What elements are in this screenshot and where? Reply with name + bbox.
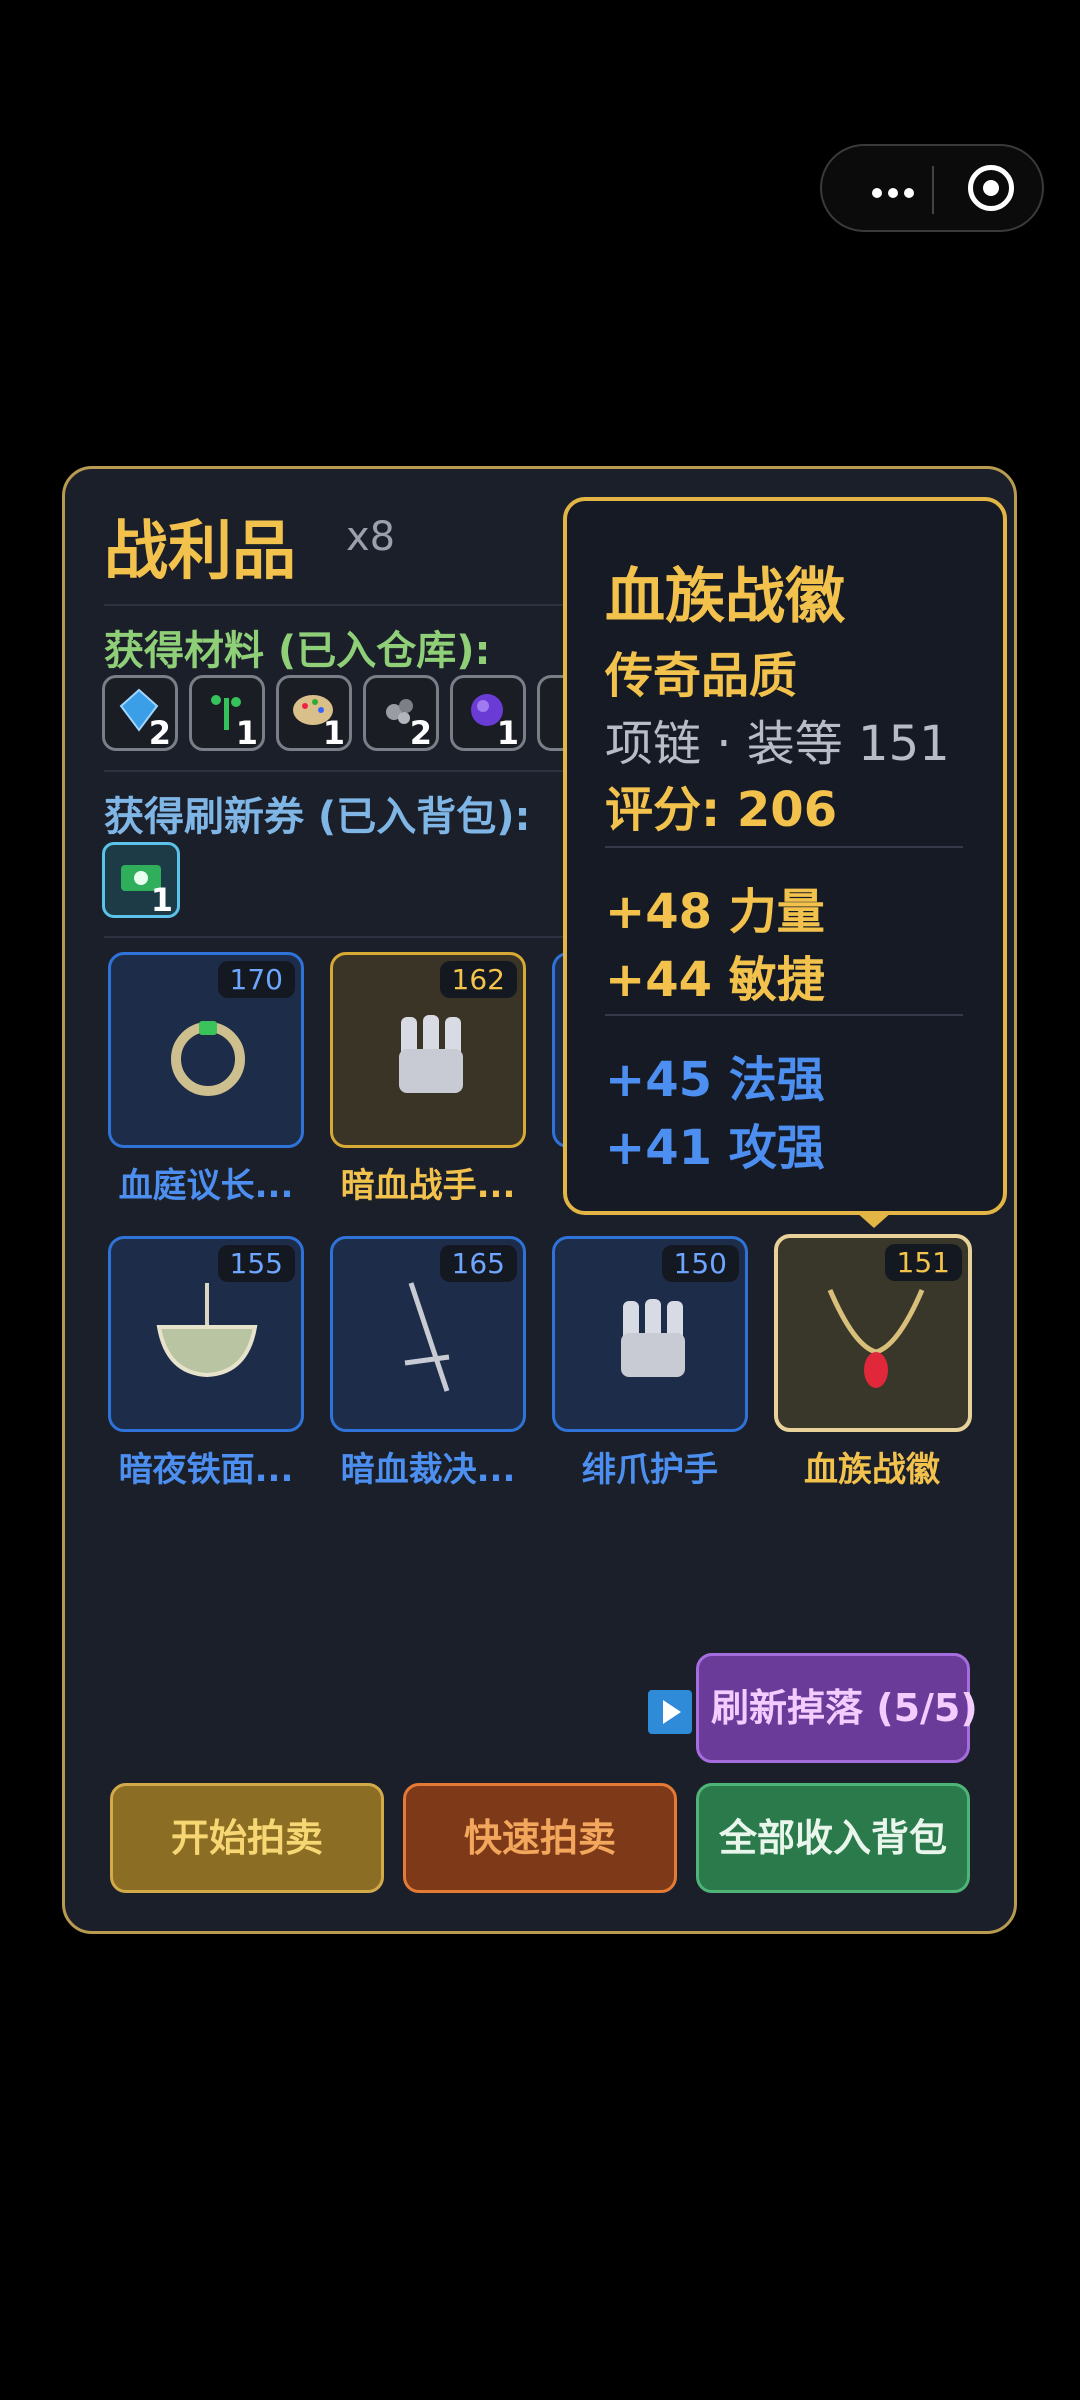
- loot-count: x8: [346, 514, 396, 560]
- tooltip-stat: +44 敏捷: [605, 952, 825, 1008]
- bowl-icon: [156, 1283, 258, 1378]
- tooltip-divider: [605, 1014, 963, 1016]
- tooltip-item-name: 血族战徽: [605, 562, 845, 632]
- loot-title: 战利品: [104, 515, 296, 589]
- tickets-label: 获得刷新券 (已入背包):: [104, 794, 531, 840]
- item-name: 暗血裁决...: [340, 1450, 516, 1490]
- item-card[interactable]: 162: [330, 952, 526, 1148]
- gauntlet-icon: [621, 1299, 685, 1377]
- tooltip-stat: +41 攻强: [605, 1120, 825, 1176]
- close-target-icon[interactable]: [968, 165, 1014, 211]
- tooltip-divider: [605, 846, 963, 848]
- tooltip-score: 评分: 206: [605, 782, 838, 838]
- capsule-divider: [932, 166, 934, 214]
- material-palette[interactable]: 1: [276, 675, 352, 752]
- start-auction-button[interactable]: 开始拍卖: [110, 1783, 384, 1893]
- item-name: 血庭议长...: [118, 1166, 294, 1206]
- sword-icon: [404, 1282, 450, 1392]
- material-herb[interactable]: 1: [189, 675, 265, 752]
- item-name: 血族战徽: [804, 1450, 940, 1490]
- tooltip-stat: +45 法强: [605, 1052, 825, 1108]
- item-card[interactable]: 150: [552, 1236, 748, 1432]
- item-card[interactable]: 170: [108, 952, 304, 1148]
- refresh-drops-button[interactable]: 刷新掉落 (5/5): [696, 1653, 978, 1763]
- play-ad-icon[interactable]: [648, 1690, 692, 1734]
- tooltip-stat: +48 力量: [605, 884, 825, 940]
- necklace-icon: [827, 1289, 925, 1388]
- material-crystal[interactable]: 2: [102, 675, 178, 752]
- materials-label: 获得材料 (已入仓库):: [104, 628, 491, 674]
- miniprogram-capsule: [820, 144, 1044, 232]
- item-card-selected[interactable]: 151: [774, 1234, 972, 1432]
- quick-auction-button[interactable]: 快速拍卖: [403, 1783, 677, 1893]
- ring-icon: [171, 1021, 245, 1096]
- refresh-ticket[interactable]: 1: [102, 842, 180, 919]
- material-gem[interactable]: 1: [450, 675, 526, 752]
- item-name: 绯爪护手: [582, 1450, 718, 1490]
- item-card[interactable]: 155: [108, 1236, 304, 1432]
- gauntlet-icon: [399, 1015, 463, 1093]
- item-name: 暗血战手...: [340, 1166, 516, 1206]
- tooltip-type-level: 项链 · 装等 151: [605, 716, 950, 772]
- tooltip-quality: 传奇品质: [605, 648, 798, 704]
- item-card[interactable]: 165: [330, 1236, 526, 1432]
- divider: [104, 770, 564, 772]
- material-ore[interactable]: 2: [363, 675, 439, 752]
- divider: [104, 936, 564, 938]
- tooltip-arrow: [856, 1212, 892, 1228]
- item-name: 暗夜铁面...: [118, 1450, 294, 1490]
- divider: [104, 604, 564, 606]
- collect-all-button[interactable]: 全部收入背包: [696, 1783, 970, 1893]
